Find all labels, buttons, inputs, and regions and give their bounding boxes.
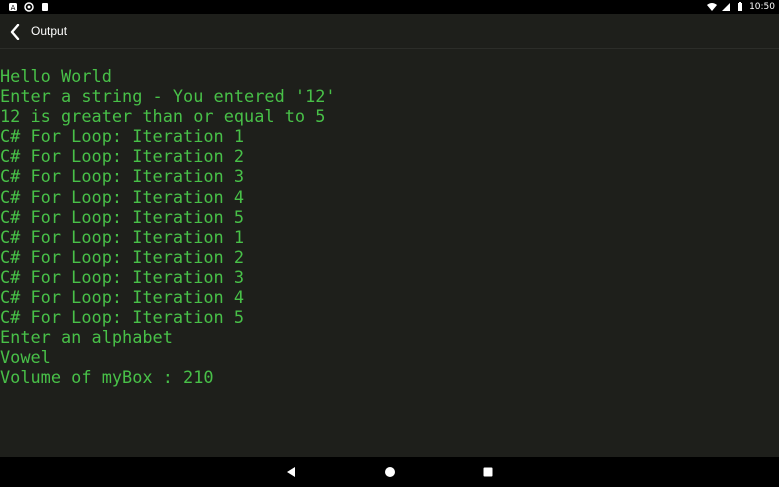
console-line: C# For Loop: Iteration 3 — [0, 166, 245, 187]
navigation-bar — [0, 457, 779, 487]
app-bar: Output — [0, 14, 779, 49]
console-line: C# For Loop: Iteration 5 — [0, 206, 245, 227]
console-line: C# For Loop: Iteration 2 — [0, 146, 245, 167]
back-button[interactable] — [4, 21, 26, 43]
console-line: C# For Loop: Iteration 1 — [0, 226, 245, 247]
recents-square-icon — [483, 467, 493, 477]
console-line: Volume of myBox : 210 — [0, 367, 214, 388]
clipboard-icon — [42, 3, 48, 11]
status-bar: A 10:50 — [0, 0, 779, 14]
android-notification-icon: A — [9, 3, 17, 12]
console-line: Vowel — [0, 347, 51, 368]
console-line: C# For Loop: Iteration 2 — [0, 246, 245, 267]
status-time: 10:50 — [749, 2, 775, 12]
status-left-icons: A — [8, 2, 50, 12]
svg-text:A: A — [11, 4, 16, 12]
console-line: C# For Loop: Iteration 4 — [0, 287, 245, 308]
signal-icon — [722, 3, 731, 11]
page-title: Output — [31, 24, 68, 38]
wifi-icon — [707, 3, 718, 11]
console-line: Enter a string - You entered '12' — [0, 86, 336, 107]
battery-icon — [738, 2, 743, 11]
console-output: Hello World Enter a string - You entered… — [0, 66, 779, 456]
status-right-icons: 10:50 — [707, 1, 775, 13]
console-line: Enter an alphabet — [0, 327, 173, 348]
console-line: 12 is greater than or equal to 5 — [0, 106, 326, 127]
nav-back-button[interactable] — [284, 465, 298, 479]
console-line: C# For Loop: Iteration 1 — [0, 126, 245, 147]
chevron-left-icon — [10, 24, 20, 40]
back-triangle-icon — [287, 467, 295, 477]
console-line: C# For Loop: Iteration 4 — [0, 186, 245, 207]
console-line: Hello World — [0, 66, 112, 86]
nav-recents-button[interactable] — [481, 465, 495, 479]
console-line: C# For Loop: Iteration 5 — [0, 307, 245, 328]
nav-home-button[interactable] — [383, 465, 397, 479]
sync-icon — [24, 2, 34, 12]
home-circle-icon — [385, 467, 395, 477]
console-line: C# For Loop: Iteration 3 — [0, 266, 245, 287]
